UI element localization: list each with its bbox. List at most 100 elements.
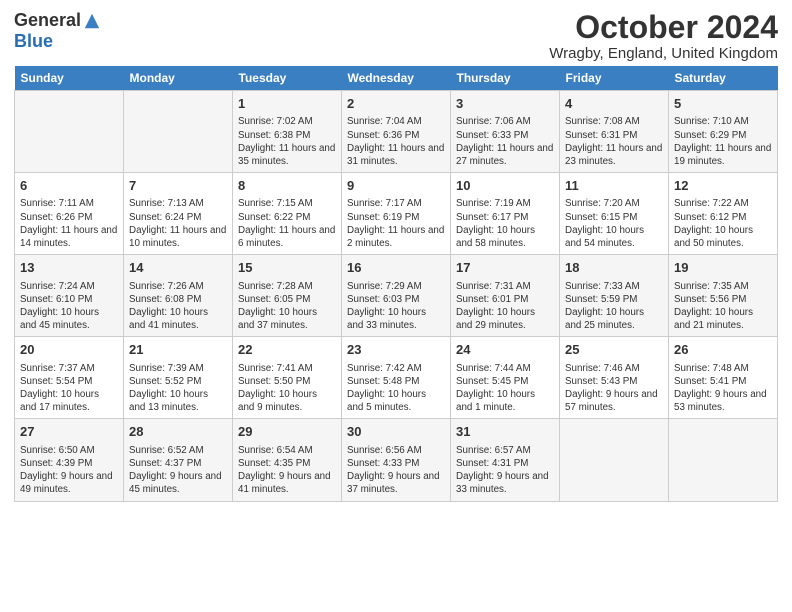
cell-info: Sunrise: 7:35 AM Sunset: 5:56 PM Dayligh… [674, 280, 772, 333]
calendar-cell-1-6: 12 Sunrise: 7:22 AM Sunset: 6:12 PM Dayli… [669, 173, 778, 255]
day-number: 13 [20, 259, 118, 277]
calendar-cell-3-5: 25 Sunrise: 7:46 AM Sunset: 5:43 PM Dayli… [560, 337, 669, 419]
cell-info: Sunrise: 7:08 AM Sunset: 6:31 PM Dayligh… [565, 115, 663, 168]
logo-general-text: General [14, 10, 81, 31]
calendar-cell-2-6: 19 Sunrise: 7:35 AM Sunset: 5:56 PM Dayli… [669, 255, 778, 337]
calendar-header-row: Sunday Monday Tuesday Wednesday Thursday… [15, 66, 778, 91]
calendar-cell-1-5: 11Sunrise: 7:20 AM Sunset: 6:15 PM Dayli… [560, 173, 669, 255]
day-number: 23 [347, 341, 445, 359]
cell-info: Sunrise: 7:06 AM Sunset: 6:33 PM Dayligh… [456, 115, 554, 168]
logo: General Blue [14, 10, 101, 52]
day-number: 28 [129, 423, 227, 441]
day-number: 20 [20, 341, 118, 359]
calendar-cell-2-4: 17 Sunrise: 7:31 AM Sunset: 6:01 PM Dayli… [451, 255, 560, 337]
calendar-cell-1-1: 7 Sunrise: 7:13 AM Sunset: 6:24 PM Daylig… [124, 173, 233, 255]
day-number: 2 [347, 95, 445, 113]
calendar-cell-4-3: 30Sunrise: 6:56 AM Sunset: 4:33 PM Dayli… [342, 419, 451, 501]
day-number: 1 [238, 95, 336, 113]
header: General Blue October 2024 Wragby, Englan… [14, 10, 778, 62]
calendar-cell-0-2: 1 Sunrise: 7:02 AM Sunset: 6:38 PM Daylig… [233, 91, 342, 173]
cell-info: Sunrise: 7:02 AM Sunset: 6:38 PM Dayligh… [238, 115, 336, 168]
calendar-cell-0-5: 4Sunrise: 7:08 AM Sunset: 6:31 PM Daylig… [560, 91, 669, 173]
day-number: 25 [565, 341, 663, 359]
calendar-cell-0-3: 2 Sunrise: 7:04 AM Sunset: 6:36 PM Daylig… [342, 91, 451, 173]
day-number: 26 [674, 341, 772, 359]
calendar-cell-3-3: 23 Sunrise: 7:42 AM Sunset: 5:48 PM Dayli… [342, 337, 451, 419]
day-number: 16 [347, 259, 445, 277]
cell-info: Sunrise: 7:39 AM Sunset: 5:52 PM Dayligh… [129, 362, 227, 415]
cell-info: Sunrise: 6:52 AM Sunset: 4:37 PM Dayligh… [129, 444, 227, 497]
day-number: 29 [238, 423, 336, 441]
day-number: 19 [674, 259, 772, 277]
day-number: 27 [20, 423, 118, 441]
calendar-week-1: 6 Sunrise: 7:11 AM Sunset: 6:26 PM Daylig… [15, 173, 778, 255]
day-number: 5 [674, 95, 772, 113]
header-tuesday: Tuesday [233, 66, 342, 91]
header-friday: Friday [560, 66, 669, 91]
calendar-cell-1-0: 6 Sunrise: 7:11 AM Sunset: 6:26 PM Daylig… [15, 173, 124, 255]
cell-info: Sunrise: 7:28 AM Sunset: 6:05 PM Dayligh… [238, 280, 336, 333]
calendar-week-3: 20 Sunrise: 7:37 AM Sunset: 5:54 PM Dayli… [15, 337, 778, 419]
cell-info: Sunrise: 6:56 AM Sunset: 4:33 PM Dayligh… [347, 444, 445, 497]
calendar-cell-4-2: 29 Sunrise: 6:54 AM Sunset: 4:35 PM Dayli… [233, 419, 342, 501]
calendar-cell-4-1: 28 Sunrise: 6:52 AM Sunset: 4:37 PM Dayli… [124, 419, 233, 501]
cell-info: Sunrise: 6:57 AM Sunset: 4:31 PM Dayligh… [456, 444, 554, 497]
cell-info: Sunrise: 7:42 AM Sunset: 5:48 PM Dayligh… [347, 362, 445, 415]
logo-blue-text: Blue [14, 31, 53, 52]
cell-info: Sunrise: 7:26 AM Sunset: 6:08 PM Dayligh… [129, 280, 227, 333]
cell-info: Sunrise: 7:19 AM Sunset: 6:17 PM Dayligh… [456, 197, 554, 250]
calendar-cell-4-5 [560, 419, 669, 501]
calendar-cell-2-0: 13 Sunrise: 7:24 AM Sunset: 6:10 PM Dayli… [15, 255, 124, 337]
calendar-cell-1-4: 10 Sunrise: 7:19 AM Sunset: 6:17 PM Dayli… [451, 173, 560, 255]
cell-info: Sunrise: 7:41 AM Sunset: 5:50 PM Dayligh… [238, 362, 336, 415]
cell-info: Sunrise: 7:46 AM Sunset: 5:43 PM Dayligh… [565, 362, 663, 415]
cell-info: Sunrise: 7:11 AM Sunset: 6:26 PM Dayligh… [20, 197, 118, 250]
cell-info: Sunrise: 6:50 AM Sunset: 4:39 PM Dayligh… [20, 444, 118, 497]
calendar-week-4: 27 Sunrise: 6:50 AM Sunset: 4:39 PM Dayli… [15, 419, 778, 501]
cell-info: Sunrise: 7:22 AM Sunset: 6:12 PM Dayligh… [674, 197, 772, 250]
calendar-cell-3-0: 20 Sunrise: 7:37 AM Sunset: 5:54 PM Dayli… [15, 337, 124, 419]
day-number: 10 [456, 177, 554, 195]
calendar-cell-4-0: 27 Sunrise: 6:50 AM Sunset: 4:39 PM Dayli… [15, 419, 124, 501]
header-monday: Monday [124, 66, 233, 91]
day-number: 17 [456, 259, 554, 277]
cell-info: Sunrise: 7:24 AM Sunset: 6:10 PM Dayligh… [20, 280, 118, 333]
calendar-table: Sunday Monday Tuesday Wednesday Thursday… [14, 66, 778, 501]
cell-info: Sunrise: 7:15 AM Sunset: 6:22 PM Dayligh… [238, 197, 336, 250]
header-wednesday: Wednesday [342, 66, 451, 91]
cell-info: Sunrise: 6:54 AM Sunset: 4:35 PM Dayligh… [238, 444, 336, 497]
calendar-week-2: 13 Sunrise: 7:24 AM Sunset: 6:10 PM Dayli… [15, 255, 778, 337]
calendar-cell-3-6: 26 Sunrise: 7:48 AM Sunset: 5:41 PM Dayli… [669, 337, 778, 419]
day-number: 22 [238, 341, 336, 359]
cell-info: Sunrise: 7:13 AM Sunset: 6:24 PM Dayligh… [129, 197, 227, 250]
cell-info: Sunrise: 7:44 AM Sunset: 5:45 PM Dayligh… [456, 362, 554, 415]
header-saturday: Saturday [669, 66, 778, 91]
calendar-cell-1-3: 9Sunrise: 7:17 AM Sunset: 6:19 PM Daylig… [342, 173, 451, 255]
day-number: 14 [129, 259, 227, 277]
cell-info: Sunrise: 7:17 AM Sunset: 6:19 PM Dayligh… [347, 197, 445, 250]
calendar-cell-3-1: 21Sunrise: 7:39 AM Sunset: 5:52 PM Dayli… [124, 337, 233, 419]
calendar-cell-2-2: 15Sunrise: 7:28 AM Sunset: 6:05 PM Dayli… [233, 255, 342, 337]
day-number: 24 [456, 341, 554, 359]
cell-info: Sunrise: 7:31 AM Sunset: 6:01 PM Dayligh… [456, 280, 554, 333]
cell-info: Sunrise: 7:48 AM Sunset: 5:41 PM Dayligh… [674, 362, 772, 415]
cell-info: Sunrise: 7:10 AM Sunset: 6:29 PM Dayligh… [674, 115, 772, 168]
header-thursday: Thursday [451, 66, 560, 91]
calendar-cell-4-4: 31 Sunrise: 6:57 AM Sunset: 4:31 PM Dayli… [451, 419, 560, 501]
cell-info: Sunrise: 7:33 AM Sunset: 5:59 PM Dayligh… [565, 280, 663, 333]
calendar-cell-3-4: 24 Sunrise: 7:44 AM Sunset: 5:45 PM Dayli… [451, 337, 560, 419]
cell-info: Sunrise: 7:04 AM Sunset: 6:36 PM Dayligh… [347, 115, 445, 168]
calendar-cell-0-6: 5 Sunrise: 7:10 AM Sunset: 6:29 PM Daylig… [669, 91, 778, 173]
calendar-cell-0-1 [124, 91, 233, 173]
day-number: 6 [20, 177, 118, 195]
day-number: 11 [565, 177, 663, 195]
day-number: 8 [238, 177, 336, 195]
cell-info: Sunrise: 7:37 AM Sunset: 5:54 PM Dayligh… [20, 362, 118, 415]
day-number: 31 [456, 423, 554, 441]
day-number: 7 [129, 177, 227, 195]
header-sunday: Sunday [15, 66, 124, 91]
cell-info: Sunrise: 7:29 AM Sunset: 6:03 PM Dayligh… [347, 280, 445, 333]
day-number: 18 [565, 259, 663, 277]
title-block: October 2024 Wragby, England, United Kin… [549, 10, 778, 62]
day-number: 12 [674, 177, 772, 195]
